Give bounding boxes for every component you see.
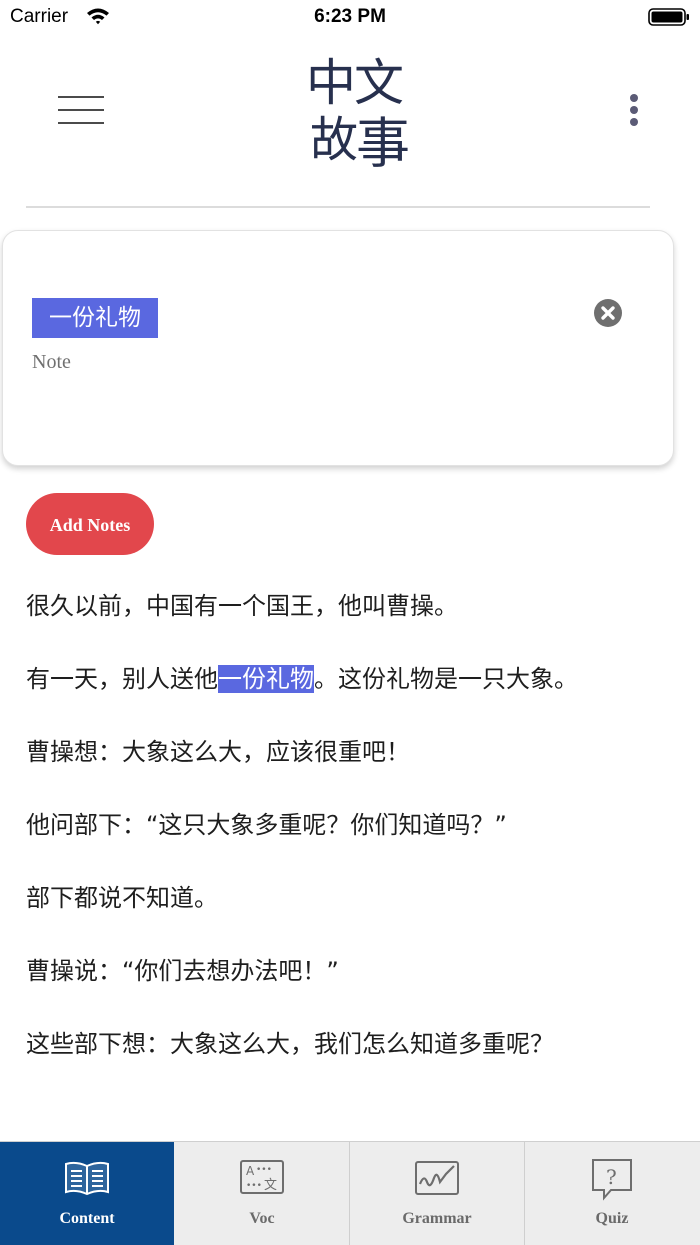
svg-text:文: 文 [354, 54, 404, 112]
story-paragraph: 这些部下想：大象这么大，我们怎么知道多重呢？ [26, 1030, 554, 1058]
story-paragraph: 曹操想：大象这么大，应该很重吧！ [26, 738, 410, 766]
story-paragraph: 他问部下：“这只大象多重呢？你们知道吗？” [26, 811, 507, 839]
svg-text:•••: ••• [246, 1181, 262, 1191]
story-text: 有一天，别人送他 [26, 665, 218, 693]
selected-word: 一份礼物 [32, 298, 158, 338]
story-content: 很久以前，中国有一个国王，他叫曹操。 有一天，别人送他一份礼物。这份礼物是一只大… [26, 580, 636, 1091]
status-bar: Carrier 6:23 PM [0, 0, 700, 36]
tab-bar: Content A ••• ••• 文 Voc Grammar ? Quiz [0, 1141, 700, 1245]
tab-label: Grammar [402, 1210, 472, 1227]
svg-text:?: ? [606, 1165, 617, 1189]
tab-quiz[interactable]: ? Quiz [525, 1142, 699, 1245]
tab-voc[interactable]: A ••• ••• 文 Voc [175, 1142, 350, 1245]
story-paragraph: 很久以前，中国有一个国王，他叫曹操。 [26, 592, 458, 620]
add-notes-button[interactable]: Add Notes [26, 493, 154, 555]
tab-label: Quiz [595, 1210, 629, 1227]
tab-content[interactable]: Content [0, 1142, 174, 1245]
tab-label: Content [59, 1210, 115, 1227]
story-text: 。这份礼物是一只大象。 [314, 665, 578, 693]
header-divider [26, 206, 650, 208]
open-book-icon [62, 1156, 112, 1202]
note-label: Note [32, 351, 71, 373]
story-paragraph: 有一天，别人送他一份礼物。这份礼物是一只大象。 [26, 653, 636, 705]
close-icon[interactable] [593, 298, 623, 328]
svg-text:A: A [246, 1164, 255, 1178]
question-bubble-icon: ? [587, 1156, 637, 1202]
tab-label: Voc [249, 1210, 275, 1227]
svg-text:文: 文 [264, 1178, 277, 1193]
svg-text:故: 故 [310, 112, 358, 168]
status-time: 6:23 PM [314, 6, 386, 27]
menu-icon[interactable] [58, 96, 104, 126]
more-options-icon[interactable] [626, 94, 642, 128]
story-paragraph: 曹操说：“你们去想办法吧！” [26, 957, 339, 985]
highlighted-word[interactable]: 一份礼物 [218, 665, 314, 693]
svg-text:中: 中 [306, 54, 356, 112]
battery-icon [648, 8, 689, 26]
app-logo: 中 文 故 事 [300, 44, 430, 175]
tab-grammar[interactable]: Grammar [350, 1142, 525, 1245]
signature-chart-icon [412, 1156, 462, 1202]
translate-card-icon: A ••• ••• 文 [237, 1156, 287, 1202]
note-card: 一份礼物 Note [2, 230, 674, 466]
svg-text:事: 事 [356, 112, 410, 174]
svg-text:•••: ••• [256, 1165, 272, 1175]
story-paragraph: 部下都说不知道。 [26, 884, 218, 912]
